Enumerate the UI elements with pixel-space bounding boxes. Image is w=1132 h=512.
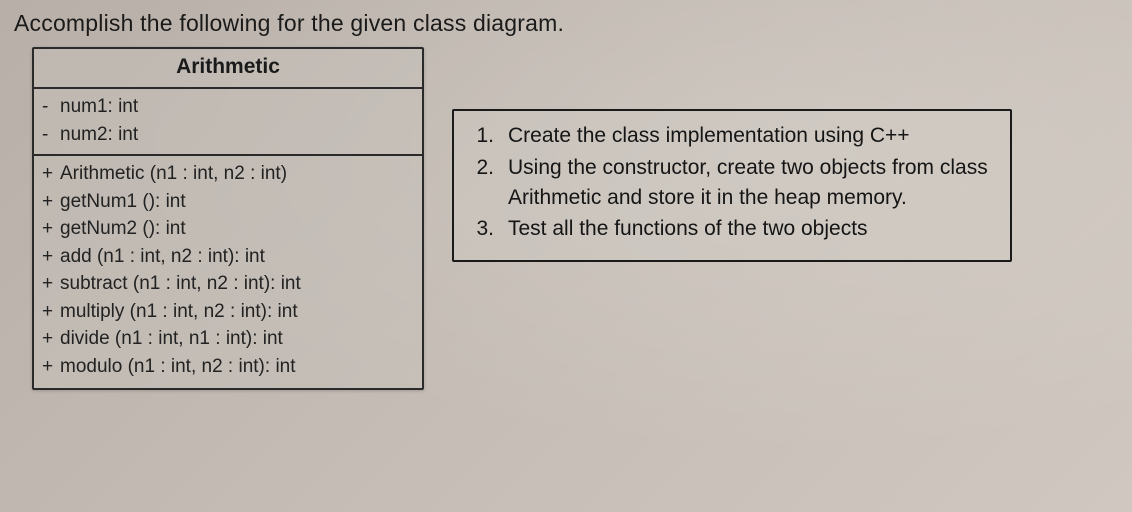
visibility-marker: - — [42, 121, 54, 149]
visibility-marker: + — [42, 353, 54, 381]
page-heading: Accomplish the following for the given c… — [14, 10, 1118, 37]
method-signature: add (n1 : int, n2 : int): int — [60, 243, 265, 271]
uml-method: + getNum2 (): int — [42, 215, 414, 243]
uml-method: + modulo (n1 : int, n2 : int): int — [42, 353, 414, 381]
visibility-marker: + — [42, 188, 54, 216]
method-signature: getNum1 (): int — [60, 188, 186, 216]
method-signature: modulo (n1 : int, n2 : int): int — [60, 353, 296, 381]
visibility-marker: + — [42, 325, 54, 353]
uml-method: + add (n1 : int, n2 : int): int — [42, 243, 414, 271]
uml-attribute: - num1: int — [42, 93, 414, 121]
uml-methods-section: + Arithmetic (n1 : int, n2 : int) + getN… — [34, 156, 422, 388]
task-item: Using the constructor, create two object… — [468, 153, 996, 213]
method-signature: subtract (n1 : int, n2 : int): int — [60, 270, 301, 298]
task-item: Test all the functions of the two object… — [468, 214, 996, 244]
visibility-marker: + — [42, 243, 54, 271]
method-signature: getNum2 (): int — [60, 215, 186, 243]
uml-attribute: - num2: int — [42, 121, 414, 149]
visibility-marker: + — [42, 298, 54, 326]
visibility-marker: + — [42, 215, 54, 243]
tasks-box: Create the class implementation using C+… — [452, 109, 1012, 262]
task-text: Using the constructor, create two object… — [508, 153, 996, 213]
tasks-list: Create the class implementation using C+… — [468, 121, 996, 244]
visibility-marker: - — [42, 93, 54, 121]
method-signature: divide (n1 : int, n1 : int): int — [60, 325, 283, 353]
uml-method: + subtract (n1 : int, n2 : int): int — [42, 270, 414, 298]
uml-class-diagram: Arithmetic - num1: int - num2: int + Ari… — [32, 47, 424, 390]
task-text: Create the class implementation using C+… — [508, 121, 996, 151]
uml-method: + multiply (n1 : int, n2 : int): int — [42, 298, 414, 326]
method-signature: multiply (n1 : int, n2 : int): int — [60, 298, 298, 326]
task-text: Test all the functions of the two object… — [508, 214, 996, 244]
uml-class-name: Arithmetic — [34, 49, 422, 89]
uml-method: + getNum1 (): int — [42, 188, 414, 216]
visibility-marker: + — [42, 270, 54, 298]
attribute-signature: num1: int — [60, 93, 138, 121]
uml-attributes-section: - num1: int - num2: int — [34, 89, 422, 156]
method-signature: Arithmetic (n1 : int, n2 : int) — [60, 160, 287, 188]
visibility-marker: + — [42, 160, 54, 188]
content-row: Arithmetic - num1: int - num2: int + Ari… — [14, 47, 1118, 390]
page-container: Accomplish the following for the given c… — [0, 0, 1132, 400]
uml-method: + divide (n1 : int, n1 : int): int — [42, 325, 414, 353]
attribute-signature: num2: int — [60, 121, 138, 149]
task-item: Create the class implementation using C+… — [468, 121, 996, 151]
uml-method: + Arithmetic (n1 : int, n2 : int) — [42, 160, 414, 188]
